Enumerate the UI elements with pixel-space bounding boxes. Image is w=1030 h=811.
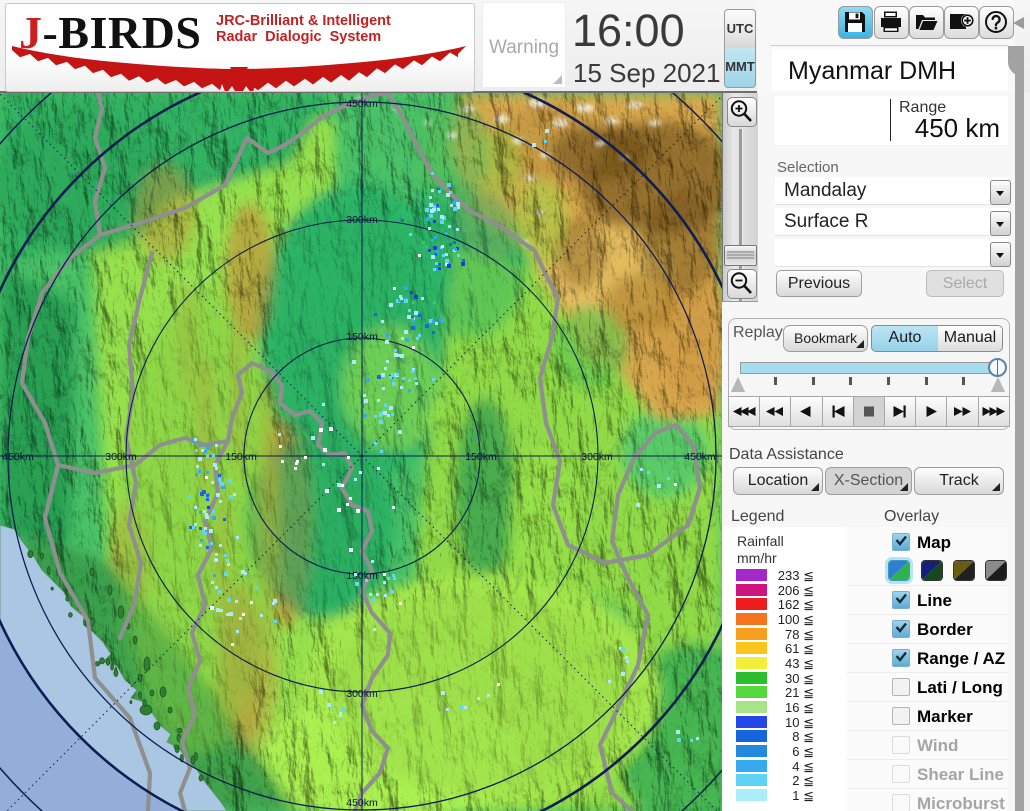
svg-text:150km: 150km bbox=[465, 451, 497, 463]
svg-text:300km: 300km bbox=[346, 214, 378, 226]
svg-text:450km: 450km bbox=[2, 451, 34, 463]
svg-text:300km: 300km bbox=[105, 451, 137, 463]
svg-text:450km: 450km bbox=[684, 451, 716, 463]
svg-text:150km: 150km bbox=[346, 331, 378, 343]
svg-text:150km: 150km bbox=[346, 570, 378, 582]
svg-text:300km: 300km bbox=[581, 451, 613, 463]
svg-text:300km: 300km bbox=[346, 688, 378, 700]
svg-text:450km: 450km bbox=[346, 98, 378, 110]
svg-text:450km: 450km bbox=[346, 797, 378, 809]
svg-text:150km: 150km bbox=[225, 451, 257, 463]
